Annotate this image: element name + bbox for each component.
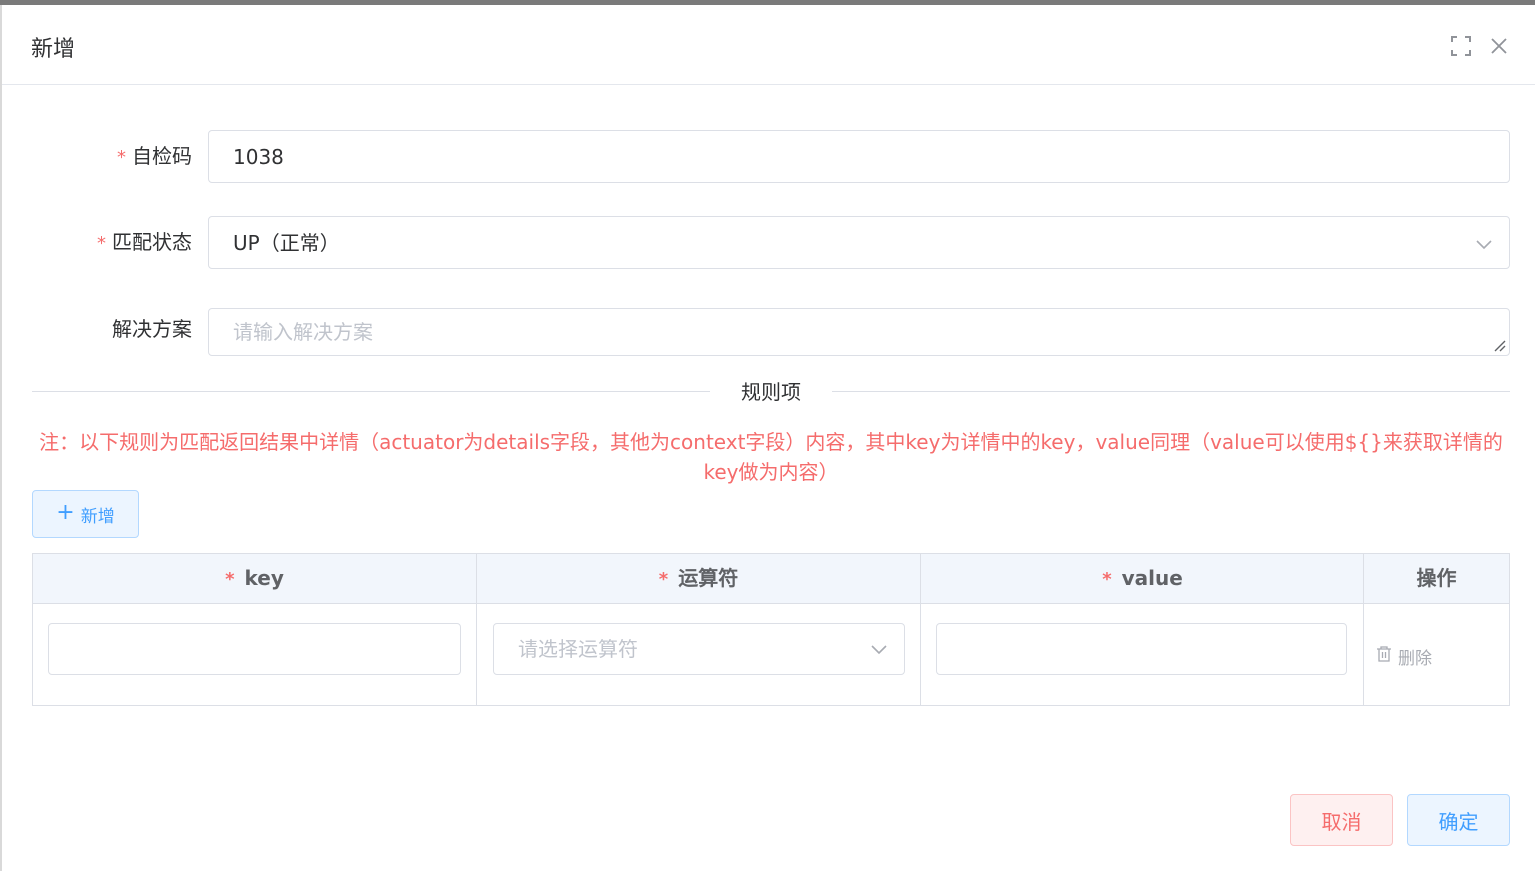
chevron-down-icon [870, 640, 888, 658]
status-select-value: UP（正常） [233, 231, 340, 255]
value-input[interactable] [936, 623, 1347, 675]
solution-label: 解决方案 [112, 315, 192, 343]
rule-note: 注：以下规则为匹配返回结果中详情（actuator为details字段，其他为c… [39, 430, 1503, 484]
column-separator [476, 554, 477, 705]
column-header-value-text: value [1121, 566, 1183, 590]
add-dialog: 新增 * 自检码 1038 * 匹配状态 UP（正常） 解决方案 请输入解决方案 规 [2, 5, 1535, 871]
divider-line-right [832, 391, 1510, 392]
column-separator [1363, 554, 1364, 705]
status-label: * 匹配状态 [97, 228, 192, 258]
resize-handle-icon[interactable] [1491, 337, 1507, 353]
column-header-operator-text: 运算符 [678, 566, 739, 590]
required-mark: * [1102, 569, 1112, 590]
solution-label-text: 解决方案 [112, 317, 192, 341]
column-header-action-text: 操作 [1416, 566, 1457, 590]
code-label: * 自检码 [117, 142, 192, 172]
code-input[interactable]: 1038 [208, 130, 1510, 183]
cancel-button-label: 取消 [1321, 809, 1362, 834]
code-label-text: 自检码 [132, 144, 192, 168]
status-select[interactable]: UP（正常） [208, 216, 1510, 269]
table-header: * key * 运算符 * value 操作 [33, 554, 1509, 604]
dialog-header: 新增 [2, 5, 1535, 85]
close-icon[interactable] [1488, 35, 1510, 57]
column-header-key: * key [33, 554, 476, 603]
code-input-value: 1038 [233, 145, 284, 169]
fullscreen-icon[interactable] [1450, 35, 1472, 57]
operator-placeholder: 请选择运算符 [518, 637, 638, 661]
delete-row-button[interactable]: 删除 [1376, 644, 1432, 669]
operator-select[interactable]: 请选择运算符 [493, 623, 905, 675]
column-header-action: 操作 [1364, 554, 1509, 603]
column-separator [920, 554, 921, 705]
divider-label: 规则项 [741, 380, 801, 404]
plus-icon: + [56, 500, 75, 525]
status-label-text: 匹配状态 [112, 230, 192, 254]
solution-placeholder: 请输入解决方案 [233, 320, 373, 344]
divider-line-left [32, 391, 710, 392]
required-mark: * [225, 569, 235, 590]
confirm-button[interactable]: 确定 [1407, 794, 1510, 846]
add-rule-button-label: 新增 [80, 506, 115, 527]
column-header-value: * value [921, 554, 1364, 603]
key-input[interactable] [48, 623, 461, 675]
confirm-button-label: 确定 [1438, 809, 1479, 834]
trash-icon [1376, 645, 1392, 668]
delete-row-button-label: 删除 [1398, 649, 1432, 669]
column-header-key-text: key [244, 566, 284, 590]
dialog-title: 新增 [31, 37, 76, 62]
chevron-down-icon [1475, 235, 1493, 253]
add-rule-button[interactable]: + 新增 [32, 490, 139, 538]
solution-textarea[interactable]: 请输入解决方案 [208, 308, 1510, 356]
required-mark: * [117, 147, 126, 168]
column-header-operator: * 运算符 [477, 554, 920, 603]
rules-table: * key * 运算符 * value 操作 请选择运算符 [32, 553, 1510, 706]
cancel-button[interactable]: 取消 [1290, 794, 1393, 846]
required-mark: * [658, 569, 669, 590]
required-mark: * [97, 233, 106, 254]
